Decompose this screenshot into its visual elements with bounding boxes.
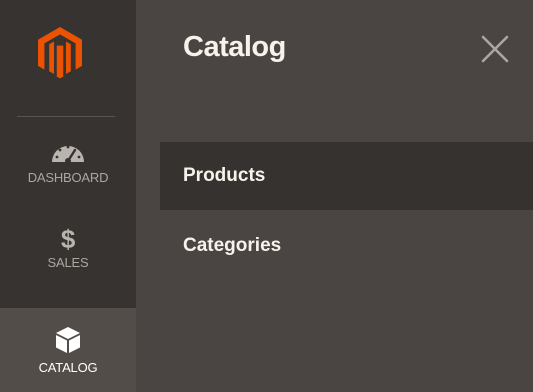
sidebar-item-dashboard[interactable]: DASHBOARD [0,140,136,212]
catalog-submenu-panel: Catalog Products Categories [136,0,533,392]
sidebar-item-label: CATALOG [38,360,98,375]
close-button[interactable] [478,32,512,66]
panel-title: Catalog [183,31,286,63]
catalog-box-icon [0,308,136,357]
sidebar-item-label: SALES [47,255,89,270]
dollar-icon: $ [60,224,76,254]
sidebar-divider [17,116,115,117]
admin-frame: DASHBOARD $ SALES CATALOG Catalog Produc… [0,0,533,392]
magento-logo-icon[interactable] [38,27,82,79]
admin-sidebar: DASHBOARD $ SALES CATALOG [0,0,136,392]
close-icon [481,35,509,63]
submenu-item-categories[interactable]: Categories [160,212,533,280]
dashboard-gauge-icon [0,140,136,167]
sidebar-item-catalog[interactable]: CATALOG [0,308,136,392]
submenu-item-products[interactable]: Products [160,142,533,210]
sidebar-item-sales[interactable]: $ SALES [0,226,136,296]
sidebar-item-label: DASHBOARD [27,170,109,185]
